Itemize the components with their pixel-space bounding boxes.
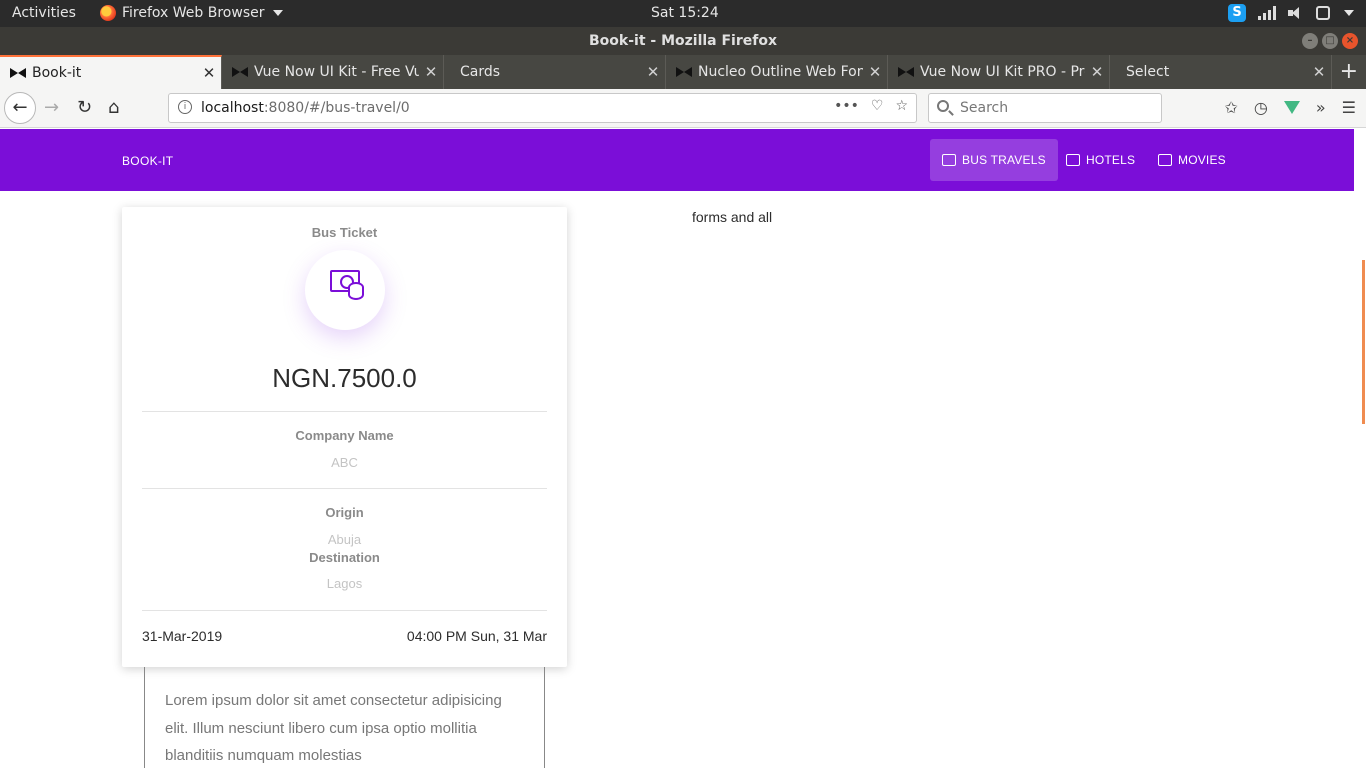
network-icon[interactable] (1258, 6, 1276, 20)
bowtie-favicon-icon (10, 68, 26, 78)
overflow-chevron-icon[interactable]: » (1316, 98, 1326, 117)
pocket-icon[interactable]: ♡ (871, 98, 884, 114)
activities-button[interactable]: Activities (12, 5, 76, 21)
skype-icon[interactable]: S (1228, 4, 1246, 22)
app-menu[interactable]: Firefox Web Browser (100, 5, 283, 21)
brand-link[interactable]: BOOK-IT (122, 154, 173, 168)
nav-label: MOVIES (1178, 153, 1226, 167)
nav-label: BUS TRAVELS (962, 153, 1046, 167)
window-title: Book-it - Mozilla Firefox (589, 33, 777, 49)
close-tab-icon[interactable]: ✕ (1307, 63, 1331, 81)
tab-title: Select (1126, 64, 1170, 80)
power-icon[interactable] (1316, 6, 1330, 20)
monitor-icon (1158, 154, 1172, 166)
tab-nucleo[interactable]: Nucleo Outline Web Font ✕ (666, 55, 888, 89)
bowtie-favicon-icon (676, 67, 692, 77)
bus-icon (942, 154, 956, 166)
chevron-down-icon[interactable] (1344, 10, 1354, 16)
maximize-button[interactable]: □ (1322, 33, 1338, 49)
hamburger-menu-icon[interactable]: ☰ (1342, 98, 1356, 117)
icon-circle (305, 250, 385, 330)
search-input[interactable]: Search (928, 93, 1162, 123)
bowtie-favicon-icon (232, 67, 248, 77)
url-text: localhost:8080/#/bus-travel/0 (201, 100, 410, 116)
divider (142, 411, 547, 412)
close-tab-icon[interactable]: ✕ (197, 64, 221, 82)
nav-hotels[interactable]: HOTELS (1054, 139, 1147, 181)
chevron-down-icon (272, 10, 283, 16)
company-label: Company Name (295, 428, 394, 443)
tab-title: Vue Now UI Kit PRO - Pre (920, 64, 1085, 80)
tab-vue-now-ui-kit[interactable]: Vue Now UI Kit - Free Vue ✕ (222, 55, 444, 89)
divider (142, 610, 547, 611)
travel-date: 31-Mar-2019 (142, 628, 223, 644)
camera-icon (1066, 154, 1080, 166)
close-tab-icon[interactable]: ✕ (419, 63, 443, 81)
description-text: Lorem ipsum dolor sit amet consectetur a… (165, 692, 502, 764)
close-tab-icon[interactable]: ✕ (863, 63, 887, 81)
tab-title: Book-it (32, 65, 82, 81)
tab-cards[interactable]: Cards ✕ (444, 55, 666, 89)
origin-value: Abuja (327, 532, 362, 547)
destination-label: Destination (309, 550, 380, 565)
company-value: ABC (331, 455, 358, 470)
history-icon[interactable]: ◷ (1254, 98, 1268, 117)
destination-value: Lagos (326, 576, 363, 591)
page-actions-icon[interactable]: ••• (834, 98, 859, 114)
close-tab-icon[interactable]: ✕ (641, 63, 665, 81)
window-titlebar: Book-it - Mozilla Firefox – □ × (0, 27, 1366, 55)
navigation-toolbar: ← → ↻ ⌂ i localhost:8080/#/bus-travel/0 … (0, 89, 1366, 128)
tab-title: Nucleo Outline Web Font (698, 64, 863, 80)
tab-title: Vue Now UI Kit - Free Vue (254, 64, 419, 80)
tab-select[interactable]: Select ✕ (1110, 55, 1332, 89)
ticket-price: NGN.7500.0 (272, 363, 417, 393)
bowtie-favicon-icon (898, 67, 914, 77)
departure-time: 04:00 PM Sun, 31 Mar (406, 628, 547, 644)
firefox-icon (100, 5, 116, 21)
page-scrollbar[interactable] (1354, 129, 1366, 768)
tab-title: Cards (460, 64, 501, 80)
origin-label: Origin (325, 505, 364, 520)
scroll-thumb[interactable] (1362, 260, 1365, 424)
money-coins-icon (330, 270, 364, 300)
ticket-card: Bus Ticket NGN.7500.0 Company Name ABC O… (122, 207, 567, 667)
close-window-button[interactable]: × (1342, 33, 1358, 49)
home-button[interactable]: ⌂ (108, 97, 119, 118)
site-navbar: BOOK-IT BUS TRAVELS HOTELS MOVIES (0, 129, 1354, 191)
back-button[interactable]: ← (4, 92, 36, 124)
description-card: Lorem ipsum dolor sit amet consectetur a… (144, 667, 545, 768)
system-top-bar: Activities Firefox Web Browser Sat 15:24… (0, 0, 1366, 27)
system-tray: S (1228, 4, 1354, 22)
nav-movies[interactable]: MOVIES (1146, 139, 1238, 181)
forward-button[interactable]: → (44, 97, 59, 118)
search-placeholder: Search (960, 100, 1009, 116)
tab-strip: Book-it ✕ Vue Now UI Kit - Free Vue ✕ Ca… (0, 55, 1366, 89)
minimize-button[interactable]: – (1302, 33, 1318, 49)
page-viewport: BOOK-IT BUS TRAVELS HOTELS MOVIES Bus Ti… (0, 129, 1366, 768)
divider (142, 488, 547, 489)
url-bar[interactable]: i localhost:8080/#/bus-travel/0 ••• ♡ ☆ (168, 93, 917, 123)
library-icon[interactable]: ✩ (1224, 98, 1237, 117)
app-menu-label: Firefox Web Browser (122, 5, 265, 21)
clock[interactable]: Sat 15:24 (651, 5, 719, 21)
site-info-icon[interactable]: i (178, 100, 192, 114)
card-category: Bus Ticket (311, 225, 378, 240)
close-tab-icon[interactable]: ✕ (1085, 63, 1109, 81)
nav-label: HOTELS (1086, 153, 1136, 167)
nav-bus-travels[interactable]: BUS TRAVELS (930, 139, 1058, 181)
bookmark-star-icon[interactable]: ☆ (895, 98, 908, 114)
new-tab-button[interactable]: + (1340, 59, 1358, 84)
reload-button[interactable]: ↻ (77, 97, 92, 118)
tab-book-it[interactable]: Book-it ✕ (0, 55, 222, 89)
search-icon (937, 100, 949, 112)
tab-vue-now-ui-kit-pro[interactable]: Vue Now UI Kit PRO - Pre ✕ (888, 55, 1110, 89)
side-note-text: forms and all (692, 209, 773, 225)
volume-icon[interactable] (1288, 6, 1304, 20)
vue-devtools-icon[interactable] (1283, 101, 1300, 114)
